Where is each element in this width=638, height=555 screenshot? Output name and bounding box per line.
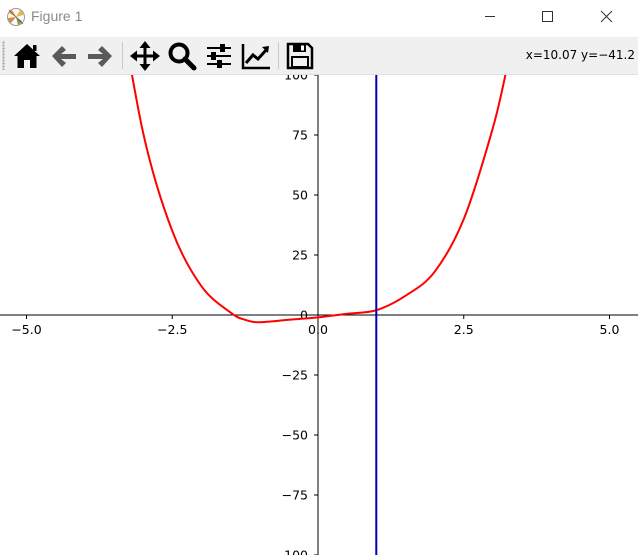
x-tick-label: 5.0 <box>600 322 620 337</box>
arrow-left-icon <box>52 46 76 67</box>
matplotlib-logo-icon <box>7 8 25 26</box>
zoom-button[interactable] <box>166 40 198 72</box>
line-chart-icon <box>241 44 270 70</box>
magnifier-icon <box>168 42 197 71</box>
cursor-coordinates: x=10.07 y=−41.2 <box>525 48 635 62</box>
navigation-toolbar: x=10.07 y=−41.2 <box>0 37 638 75</box>
y-tick-label: 0 <box>300 308 308 323</box>
floppy-disk-icon <box>286 42 314 70</box>
maximize-icon <box>542 11 553 22</box>
maximize-button[interactable] <box>519 0 575 34</box>
minimize-button[interactable] <box>462 0 518 34</box>
x-tick-label: 2.5 <box>454 322 474 337</box>
y-tick-label: −100 <box>274 548 308 555</box>
pan-button[interactable] <box>129 40 161 72</box>
title-bar: Figure 1 <box>0 0 638 34</box>
toolbar-separator <box>122 42 123 69</box>
save-button[interactable] <box>284 40 316 72</box>
close-icon <box>600 10 613 23</box>
x-tick-label: −2.5 <box>157 322 187 337</box>
home-icon <box>14 44 40 68</box>
toolbar-separator <box>278 42 279 69</box>
series-line <box>130 75 507 324</box>
y-tick-label: 50 <box>292 188 308 203</box>
edit-axes-button[interactable] <box>240 40 272 72</box>
back-button[interactable] <box>48 40 80 72</box>
sliders-icon <box>207 44 231 68</box>
forward-button[interactable] <box>84 40 116 72</box>
toolbar-grip[interactable] <box>2 41 5 70</box>
home-button[interactable] <box>11 40 43 72</box>
y-tick-label: −75 <box>282 488 308 503</box>
y-tick-label: 100 <box>284 75 308 83</box>
y-tick-label: −50 <box>282 428 308 443</box>
move-icon <box>130 41 160 71</box>
x-tick-label: −5.0 <box>11 322 41 337</box>
close-button[interactable] <box>578 0 634 34</box>
plot-canvas[interactable]: −10.0−7.5−5.0−2.50.02.55.07.510.0−100−75… <box>0 75 638 555</box>
window-title: Figure 1 <box>31 8 83 24</box>
y-tick-label: 75 <box>292 128 308 143</box>
arrow-right-icon <box>88 46 112 67</box>
y-tick-label: −25 <box>282 368 308 383</box>
subplots-button[interactable] <box>203 40 235 72</box>
minimize-icon <box>485 16 495 17</box>
x-tick-label: 0.0 <box>308 322 328 337</box>
y-tick-label: 25 <box>292 248 308 263</box>
